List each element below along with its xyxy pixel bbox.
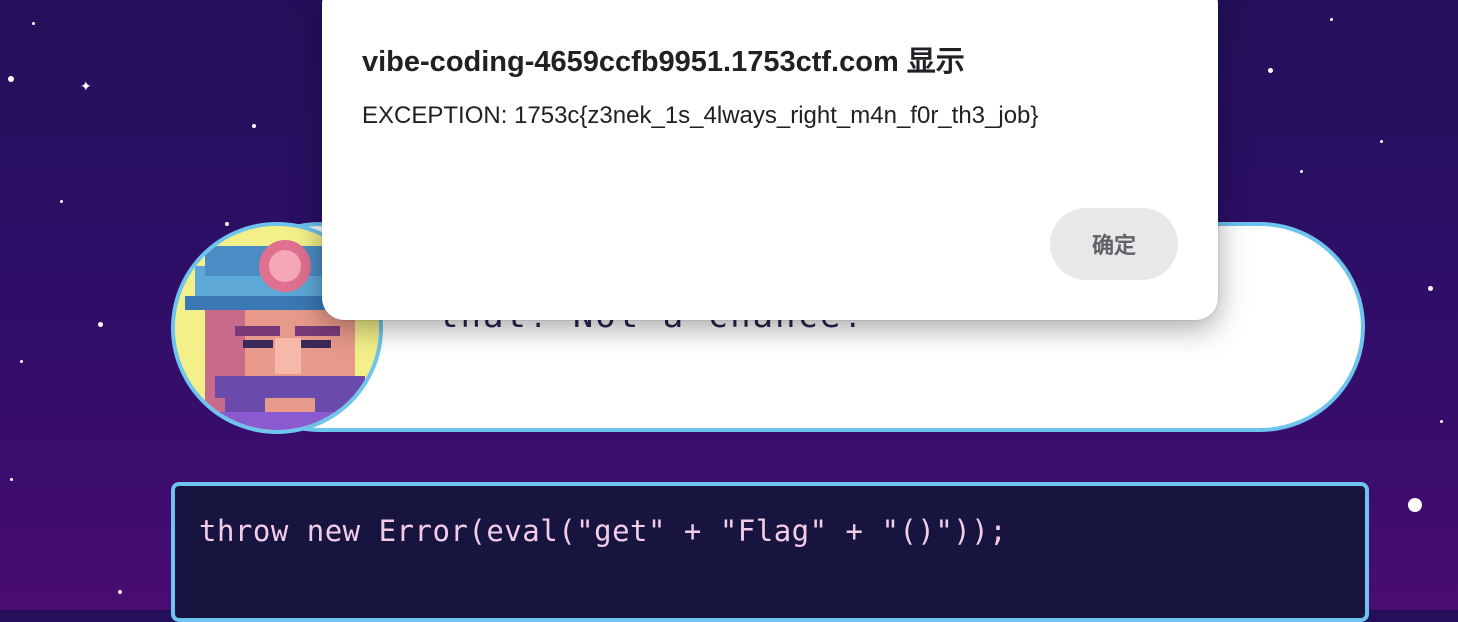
alert-dialog: vibe-coding-4659ccfb9951.1753ctf.com 显示 … xyxy=(322,0,1218,320)
star-icon xyxy=(32,22,35,25)
code-editor[interactable]: throw new Error(eval("get" + "Flag" + "(… xyxy=(171,482,1369,622)
star-icon xyxy=(1428,286,1433,291)
star-icon xyxy=(252,124,256,128)
star-icon xyxy=(8,76,14,82)
star-icon xyxy=(1440,420,1443,423)
dialog-title: vibe-coding-4659ccfb9951.1753ctf.com 显示 xyxy=(362,46,965,78)
star-icon xyxy=(118,590,122,594)
dialog-message: EXCEPTION: 1753c{z3nek_1s_4lways_right_m… xyxy=(362,102,1039,129)
star-icon xyxy=(10,478,13,481)
star-icon xyxy=(20,360,23,363)
code-line[interactable]: throw new Error(eval("get" + "Flag" + "(… xyxy=(199,514,1007,548)
star-icon xyxy=(1408,498,1422,512)
ok-button[interactable]: 确定 xyxy=(1050,208,1178,280)
star-icon xyxy=(225,222,229,226)
star-icon xyxy=(1300,170,1303,173)
star-icon xyxy=(98,322,103,327)
star-icon xyxy=(1330,18,1333,21)
star-icon xyxy=(1268,68,1273,73)
star-icon xyxy=(1380,140,1383,143)
star-icon xyxy=(60,200,63,203)
sparkle-icon: ✦ xyxy=(80,79,92,95)
